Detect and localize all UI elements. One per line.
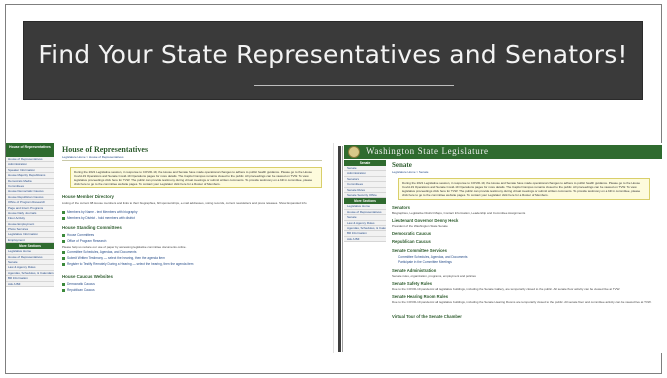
senate-page-title: Senate bbox=[392, 161, 412, 169]
senate-main: Senate Legislature Home > Senate During … bbox=[392, 161, 660, 353]
bullet-icon bbox=[62, 210, 65, 214]
office-program-research-link[interactable]: Office of Program Research bbox=[62, 239, 106, 243]
bullet-icon bbox=[62, 216, 65, 220]
participate-link[interactable]: Participate in the Committee Meetings bbox=[398, 260, 452, 264]
bullet-icon bbox=[62, 288, 65, 292]
slide-title-bar: Find Your State Representatives and Sena… bbox=[23, 21, 643, 100]
house-directory-text: Listing of the current 98 House members … bbox=[62, 201, 307, 205]
house-logo: House of Representatives bbox=[6, 143, 54, 157]
state-seal-icon bbox=[348, 146, 360, 158]
senators-heading[interactable]: Senators bbox=[392, 205, 410, 210]
house-main: House of Representatives Legislature Hom… bbox=[62, 143, 330, 353]
senate-covid-notice: During the 2021 Legislative session, in … bbox=[398, 178, 650, 200]
security-text: Due to the COVID-19 pandemic all legisla… bbox=[392, 287, 621, 291]
house-page-title: House of Representatives bbox=[62, 145, 149, 154]
bullet-icon bbox=[62, 239, 65, 243]
republican-caucus-link[interactable]: Republican Caucus bbox=[62, 288, 95, 292]
house-nav-item[interactable]: Ask A Bill bbox=[6, 281, 54, 287]
administration-text: Senate rules, organization, programs, em… bbox=[392, 274, 476, 278]
lt-governor-text: President of the Washington State Senate bbox=[392, 224, 448, 228]
committees-text: Please help us reduce our use of paper b… bbox=[62, 245, 187, 249]
hearing-text: Due to the COVID-19 pandemic all legisla… bbox=[392, 300, 652, 304]
house-directory-heading: House Member Directory bbox=[62, 194, 114, 199]
dem-caucus-heading[interactable]: Democratic Caucus bbox=[392, 231, 431, 236]
administration-heading[interactable]: Senate Administration bbox=[392, 268, 436, 273]
register-testify-link[interactable]: Register to Testify Remotely During a He… bbox=[62, 262, 193, 266]
rep-caucus-heading[interactable]: Republican Caucus bbox=[392, 239, 431, 244]
senate-nav-item[interactable]: Ask A Bill bbox=[344, 236, 386, 243]
members-by-district-link[interactable]: Members by District - hold members with … bbox=[62, 216, 135, 220]
house-breadcrumb[interactable]: Legislature Home > House of Representati… bbox=[62, 155, 123, 159]
vertical-divider-shadow bbox=[342, 146, 343, 352]
bullet-icon bbox=[62, 233, 65, 237]
house-committees-link[interactable]: House Committees bbox=[62, 233, 94, 237]
bullet-icon bbox=[62, 250, 65, 254]
senate-breadcrumb[interactable]: Legislature Home > Senate bbox=[392, 170, 428, 174]
title-underline bbox=[254, 85, 454, 86]
divider bbox=[62, 160, 322, 161]
house-screenshot: House of Representatives House of Repres… bbox=[6, 143, 334, 353]
democratic-caucus-link[interactable]: Democratic Caucus bbox=[62, 282, 95, 286]
bullet-icon bbox=[62, 262, 65, 266]
senate-banner: Washington State Legislature bbox=[344, 145, 662, 159]
committee-schedules-link[interactable]: Committee Schedules, Agendas, and Docume… bbox=[398, 255, 467, 259]
virtual-tour-heading[interactable]: Virtual Tour of the Senate Chamber bbox=[392, 314, 462, 319]
senate-screenshot: Washington State Legislature Senate Senat… bbox=[344, 143, 662, 353]
slide-title: Find Your State Representatives and Sena… bbox=[38, 40, 628, 69]
vertical-divider bbox=[338, 146, 341, 352]
hearing-heading[interactable]: Senate Hearing Room Rules bbox=[392, 294, 448, 299]
house-covid-notice: During the 2021 Legislative session, in … bbox=[70, 167, 322, 188]
bullet-icon bbox=[62, 282, 65, 286]
committee-services-heading[interactable]: Senate Committee Services bbox=[392, 248, 447, 253]
senate-sidebar: Senate Senate Administration Senators Commit… bbox=[344, 160, 386, 353]
lt-governor-heading[interactable]: Lieutenant Governor Denny Heck bbox=[392, 218, 458, 223]
house-sidebar: House of Representatives House of Repres… bbox=[6, 143, 54, 353]
bullet-icon bbox=[62, 256, 65, 260]
committee-schedules-link[interactable]: Committee Schedules, Agendas, and Docume… bbox=[62, 250, 136, 254]
house-committees-heading: House Standing Committees bbox=[62, 225, 122, 230]
senators-text: Biographies, Legislative District Maps, … bbox=[392, 211, 526, 215]
house-caucus-heading: House Caucus Websites bbox=[62, 274, 113, 279]
members-by-name-link[interactable]: Members by Name - text Members with biog… bbox=[62, 210, 138, 214]
security-heading[interactable]: Senate Safety Rules bbox=[392, 281, 432, 286]
submit-testimony-link[interactable]: Submit Written Testimony — select the he… bbox=[62, 256, 165, 260]
senate-banner-text: Washington State Legislature bbox=[366, 146, 489, 156]
